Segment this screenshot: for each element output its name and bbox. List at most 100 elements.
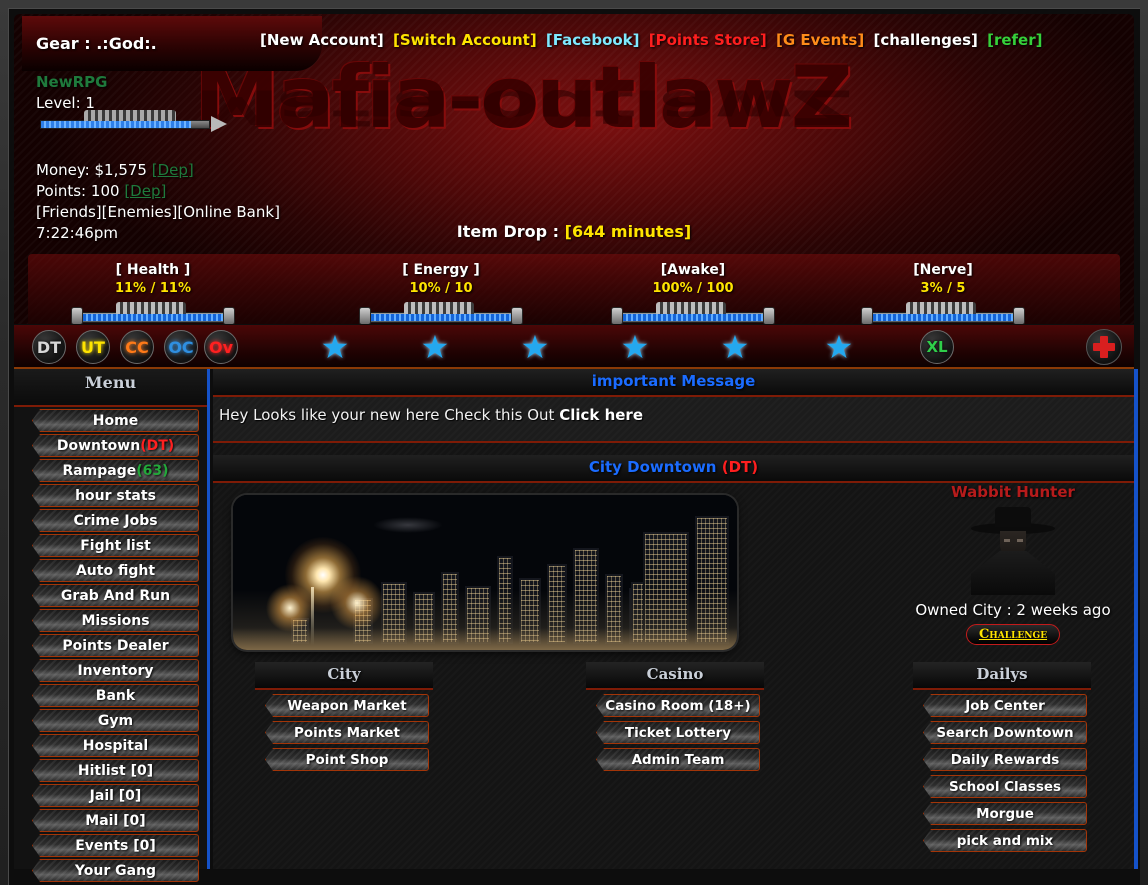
important-message-body: Hey Looks like your new here Check this … (213, 397, 1134, 443)
dailys-search-downtown-button[interactable]: Search Downtown (923, 721, 1087, 744)
stat-health-label: [ Health ] (115, 262, 191, 278)
dailys-job-center-button[interactable]: Job Center (923, 694, 1087, 717)
city-downtown-tag: (DT) (721, 458, 759, 476)
column-casino-header: Casino (586, 662, 764, 690)
sidebar-item-points-dealer[interactable]: Points Dealer (32, 634, 199, 657)
sidebar-item-label: Auto fight (75, 562, 156, 579)
dailys-school-classes-button[interactable]: School Classes (923, 775, 1087, 798)
sidebar-item-label: Fight list (80, 537, 151, 554)
challenge-button[interactable]: Challenge (965, 624, 1061, 645)
points-label: Points: (36, 182, 87, 200)
casino-ticket-lottery-button[interactable]: Ticket Lottery (596, 721, 760, 744)
gear-label: Gear : .:God:. (36, 34, 157, 53)
stat-awake: [Awake] 100% / 100 (568, 262, 818, 324)
shortcut-dt-button[interactable]: DT (32, 330, 66, 364)
city-weapon-market-button[interactable]: Weapon Market (265, 694, 429, 717)
sidebar-item-downtown[interactable]: Downtown (DT) (32, 434, 199, 457)
sidebar-item-your-gang[interactable]: Your Gang (32, 859, 199, 882)
casino-room-button[interactable]: Casino Room (18+) (596, 694, 760, 717)
nav-link-new-account[interactable]: [New Account] (260, 31, 384, 49)
sidebar-item-grab-and-run[interactable]: Grab And Run (32, 584, 199, 607)
sidebar-item-crime-jobs[interactable]: Crime Jobs (32, 509, 199, 532)
shortcut-cc-button[interactable]: CC (120, 330, 154, 364)
page-scrollbar[interactable] (1134, 369, 1138, 869)
sidebar-item-label: Your Gang (74, 862, 157, 879)
star-icon-4[interactable]: ★ (620, 331, 650, 363)
player-stats-column: NewRPG Level: 1 Money: $1,575 [Dep] Poin… (36, 72, 326, 244)
column-casino-title: Casino (646, 665, 704, 683)
nav-link-challenges[interactable]: [challenges] (873, 31, 977, 49)
dailys-daily-rewards-button[interactable]: Daily Rewards (923, 748, 1087, 771)
points-dep-link[interactable]: [Dep] (124, 182, 166, 200)
main-content: important Message Hey Looks like your ne… (213, 369, 1134, 869)
sidebar-item-inventory[interactable]: Inventory (32, 659, 199, 682)
shortcut-xl-label: XL (926, 338, 948, 356)
shortcut-cc-label: CC (125, 337, 149, 357)
firework-burst-3 (329, 575, 385, 631)
sidebar-item-label: Crime Jobs (73, 512, 158, 529)
button-label: Morgue (976, 805, 1034, 822)
stat-health-bar (71, 302, 235, 324)
player-username: NewRPG (36, 73, 108, 91)
money-value: $1,575 (94, 161, 147, 179)
important-message-text: Hey Looks like your new here Check this … (219, 406, 560, 424)
button-label: Ticket Lottery (624, 724, 732, 741)
sidebar-item-jail[interactable]: Jail [0] (32, 784, 199, 807)
shortcut-dt-label: DT (36, 337, 62, 357)
important-message-link[interactable]: Click here (559, 406, 643, 424)
sidebar-item-label: hour stats (75, 487, 156, 504)
owned-city-label: Owned City : 2 weeks ago (915, 601, 1111, 619)
sidebar-item-label: Events [0] (75, 837, 156, 854)
city-point-shop-button[interactable]: Point Shop (265, 748, 429, 771)
button-label: Weapon Market (287, 697, 407, 714)
money-dep-link[interactable]: [Dep] (152, 161, 194, 179)
button-label: Job Center (965, 697, 1045, 714)
sidebar-item-auto-fight[interactable]: Auto fight (32, 559, 199, 582)
sidebar-item-hour-stats[interactable]: hour stats (32, 484, 199, 507)
sidebar-item-events[interactable]: Events [0] (32, 834, 199, 857)
sidebar-item-hospital[interactable]: Hospital (32, 734, 199, 757)
city-owner-name: Wabbit Hunter (951, 483, 1075, 501)
quick-links[interactable]: [Friends][Enemies][Online Bank] (36, 202, 326, 223)
medic-button[interactable] (1086, 329, 1122, 365)
nav-link-g-events[interactable]: [G Events] (776, 31, 864, 49)
casino-admin-team-button[interactable]: Admin Team (596, 748, 760, 771)
nav-link-facebook[interactable]: [Facebook] (546, 31, 640, 49)
sidebar-item-label: Downtown (56, 437, 141, 454)
sidebar-item-label: Points Dealer (62, 637, 169, 654)
button-label: Casino Room (18+) (605, 697, 751, 714)
sidebar-item-bank[interactable]: Bank (32, 684, 199, 707)
firework-burst-2 (265, 583, 315, 633)
sidebar-item-fight-list[interactable]: Fight list (32, 534, 199, 557)
city-skyline-image (233, 495, 737, 650)
column-casino: Casino Casino Room (18+) Ticket Lottery … (586, 662, 764, 771)
dailys-pick-and-mix-button[interactable]: pick and mix (923, 829, 1087, 852)
sidebar-item-mail[interactable]: Mail [0] (32, 809, 199, 832)
nav-link-refer[interactable]: [refer] (987, 31, 1042, 49)
sidebar-item-rampage[interactable]: Rampage (63) (32, 459, 199, 482)
star-icon-1[interactable]: ★ (320, 331, 350, 363)
sidebar-item-hitlist[interactable]: Hitlist [0] (32, 759, 199, 782)
shortcut-ov-button[interactable]: Ov (204, 330, 238, 364)
nav-link-points-store[interactable]: [Points Store] (649, 31, 767, 49)
dailys-morgue-button[interactable]: Morgue (923, 802, 1087, 825)
sidebar-item-home[interactable]: Home (32, 409, 199, 432)
column-dailys-header: Dailys (913, 662, 1091, 690)
shortcut-ut-button[interactable]: UT (76, 330, 110, 364)
top-navigation[interactable]: [New Account] [Switch Account] [Facebook… (260, 31, 1046, 49)
column-dailys-title: Dailys (976, 665, 1028, 683)
shortcut-oc-button[interactable]: OC (164, 330, 198, 364)
shortcut-oc-label: OC (168, 337, 194, 357)
nav-link-switch-account[interactable]: [Switch Account] (393, 31, 537, 49)
star-icon-5[interactable]: ★ (720, 331, 750, 363)
star-icon-2[interactable]: ★ (420, 331, 450, 363)
sidebar-item-missions[interactable]: Missions (32, 609, 199, 632)
points-value: 100 (90, 182, 120, 200)
sidebar-item-suffix: (DT) (140, 437, 175, 454)
star-icon-6[interactable]: ★ (824, 331, 854, 363)
stat-awake-value: 100% / 100 (652, 281, 734, 296)
sidebar-item-gym[interactable]: Gym (32, 709, 199, 732)
city-points-market-button[interactable]: Points Market (265, 721, 429, 744)
star-icon-3[interactable]: ★ (520, 331, 550, 363)
shortcut-xl-button[interactable]: XL (920, 330, 954, 364)
